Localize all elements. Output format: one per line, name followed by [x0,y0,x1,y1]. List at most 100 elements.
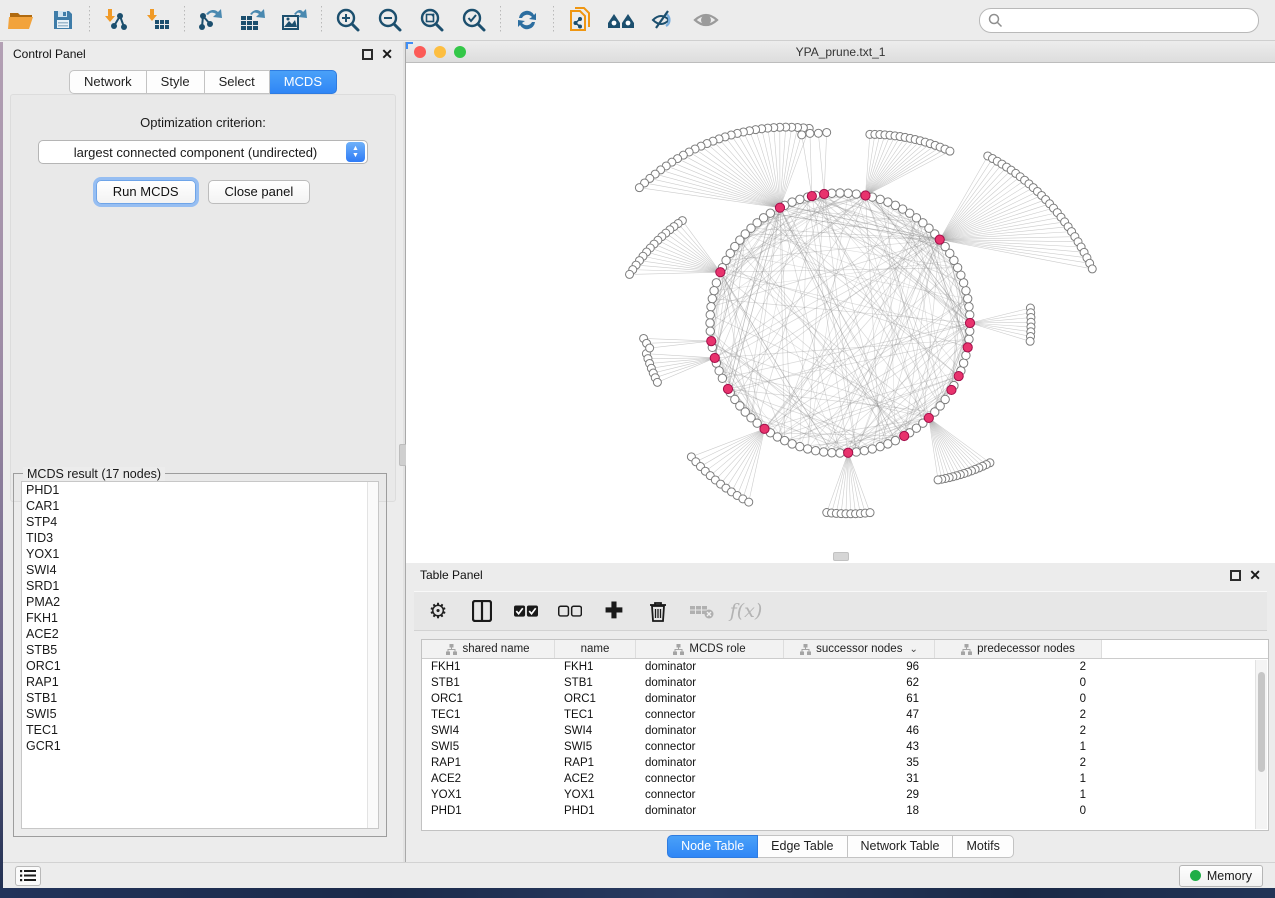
mcds-result-item[interactable]: PHD1 [22,482,378,498]
zoom-fit-icon[interactable] [417,5,447,35]
cell-mcds_role[interactable]: dominator [636,757,784,769]
mcds-result-item[interactable]: YOX1 [22,546,378,562]
cell-shared_name[interactable]: STB1 [422,677,555,689]
hide-selected-icon[interactable] [649,5,679,35]
table-row[interactable]: ORC1ORC1dominator610 [422,691,1268,707]
network-window-titlebar[interactable]: YPA_prune.txt_1 [406,42,1275,63]
table-row[interactable]: SWI4SWI4dominator462 [422,723,1268,739]
cell-predecessor_nodes[interactable]: 2 [935,661,1102,673]
close-table-panel-icon[interactable]: ✕ [1249,570,1261,581]
cell-shared_name[interactable]: TEC1 [422,709,555,721]
table-row[interactable]: SWI5SWI5connector431 [422,739,1268,755]
cell-shared_name[interactable]: RAP1 [422,757,555,769]
zoom-in-icon[interactable] [333,5,363,35]
network-canvas[interactable] [406,63,1275,563]
tab-style[interactable]: Style [147,70,205,94]
global-search-field[interactable] [979,8,1259,33]
node-table-header[interactable]: shared namenameMCDS rolesuccessor nodes⌄… [422,640,1268,659]
mcds-result-item[interactable]: TID3 [22,530,378,546]
export-network-icon[interactable] [196,5,226,35]
cell-name[interactable]: PHD1 [555,805,636,817]
mcds-result-item[interactable]: SWI5 [22,706,378,722]
column-header-MCDS-role[interactable]: MCDS role [636,640,784,658]
cell-name[interactable]: ORC1 [555,693,636,705]
cell-successor_nodes[interactable]: 46 [784,725,935,737]
cell-shared_name[interactable]: ORC1 [422,693,555,705]
cell-mcds_role[interactable]: connector [636,773,784,785]
tab-network-table[interactable]: Network Table [848,835,954,858]
cell-predecessor_nodes[interactable]: 0 [935,693,1102,705]
mcds-result-item[interactable]: SRD1 [22,578,378,594]
mcds-result-item[interactable]: SWI4 [22,562,378,578]
table-row[interactable]: RAP1RAP1dominator352 [422,755,1268,771]
column-header-successor-nodes[interactable]: successor nodes⌄ [784,640,935,658]
cell-mcds_role[interactable]: connector [636,789,784,801]
refresh-layout-icon[interactable] [512,5,542,35]
node-table-body[interactable]: FKH1FKH1dominator962STB1STB1dominator620… [422,659,1268,819]
cell-name[interactable]: YOX1 [555,789,636,801]
zoom-selected-icon[interactable] [459,5,489,35]
mcds-result-item[interactable]: CAR1 [22,498,378,514]
cell-name[interactable]: SWI5 [555,741,636,753]
cell-name[interactable]: FKH1 [555,661,636,673]
column-header-predecessor-nodes[interactable]: predecessor nodes [935,640,1102,658]
cell-successor_nodes[interactable]: 29 [784,789,935,801]
cell-predecessor_nodes[interactable]: 1 [935,773,1102,785]
import-network-icon[interactable] [101,5,131,35]
mcds-result-item[interactable]: STP4 [22,514,378,530]
cell-successor_nodes[interactable]: 96 [784,661,935,673]
mcds-result-item[interactable]: FKH1 [22,610,378,626]
criterion-dropdown[interactable]: largest connected component (undirected)… [38,140,368,164]
cell-mcds_role[interactable]: dominator [636,693,784,705]
cell-mcds_role[interactable]: dominator [636,661,784,673]
cell-successor_nodes[interactable]: 62 [784,677,935,689]
network-graph[interactable] [406,63,1275,563]
table-scrollbar-thumb[interactable] [1258,672,1265,772]
mcds-list-scrollbar[interactable] [367,482,378,828]
cell-mcds_role[interactable]: connector [636,741,784,753]
add-column-icon[interactable]: ✚ [602,599,626,623]
cell-predecessor_nodes[interactable]: 1 [935,741,1102,753]
mcds-result-item[interactable]: STB1 [22,690,378,706]
table-row[interactable]: PHD1PHD1dominator180 [422,803,1268,819]
column-header-shared-name[interactable]: shared name [422,640,555,658]
mcds-result-item[interactable]: GCR1 [22,738,378,754]
cell-predecessor_nodes[interactable]: 2 [935,725,1102,737]
open-file-icon[interactable] [6,5,36,35]
cell-successor_nodes[interactable]: 35 [784,757,935,769]
cell-shared_name[interactable]: SWI5 [422,741,555,753]
cell-successor_nodes[interactable]: 61 [784,693,935,705]
memory-button[interactable]: Memory [1179,865,1263,887]
cell-predecessor_nodes[interactable]: 2 [935,757,1102,769]
tab-motifs[interactable]: Motifs [953,835,1013,858]
share-document-icon[interactable] [565,5,595,35]
cell-predecessor_nodes[interactable]: 2 [935,709,1102,721]
cell-shared_name[interactable]: FKH1 [422,661,555,673]
tab-select[interactable]: Select [205,70,270,94]
cell-shared_name[interactable]: YOX1 [422,789,555,801]
save-session-icon[interactable] [48,5,78,35]
mcds-result-item[interactable]: PMA2 [22,594,378,610]
export-table-icon[interactable] [238,5,268,35]
delete-column-icon[interactable] [646,599,670,623]
table-scrollbar[interactable] [1255,660,1267,829]
table-row[interactable]: ACE2ACE2connector311 [422,771,1268,787]
tab-mcds[interactable]: MCDS [270,70,337,94]
cell-name[interactable]: ACE2 [555,773,636,785]
mcds-result-item[interactable]: ORC1 [22,658,378,674]
cell-shared_name[interactable]: PHD1 [422,805,555,817]
export-image-icon[interactable] [280,5,310,35]
select-all-rows-icon[interactable] [514,599,538,623]
cell-name[interactable]: STB1 [555,677,636,689]
mcds-result-item[interactable]: TEC1 [22,722,378,738]
cell-predecessor_nodes[interactable]: 0 [935,805,1102,817]
search-input[interactable] [1003,13,1258,27]
float-panel-icon[interactable] [362,49,373,60]
cell-predecessor_nodes[interactable]: 0 [935,677,1102,689]
column-header-name[interactable]: name [555,640,636,658]
table-row[interactable]: TEC1TEC1connector472 [422,707,1268,723]
node-table[interactable]: shared namenameMCDS rolesuccessor nodes⌄… [421,639,1269,831]
cell-mcds_role[interactable]: connector [636,709,784,721]
cell-successor_nodes[interactable]: 43 [784,741,935,753]
table-settings-icon[interactable]: ⚙ [426,599,450,623]
